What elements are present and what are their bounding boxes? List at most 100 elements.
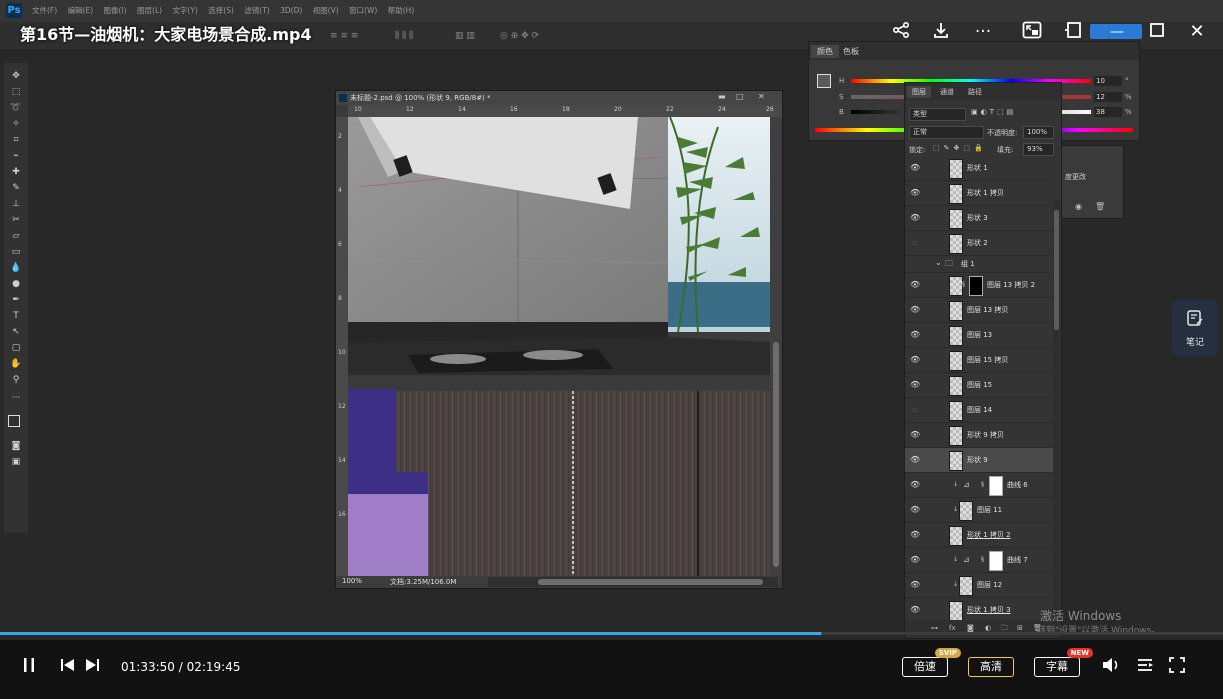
ps-menu-item[interactable]: 3D(D) (280, 6, 302, 15)
layer-row[interactable]: 👁 形状 1 拷贝 2 (905, 523, 1053, 548)
brush-tool-icon[interactable]: ✎ (10, 183, 22, 193)
playlist-icon[interactable] (1134, 656, 1156, 679)
align-icon[interactable]: ≡ ≡ ≡ (330, 31, 358, 41)
tab-paths[interactable]: 路径 (963, 86, 987, 98)
layer-row[interactable]: 👁 图层 15 拷贝 (905, 348, 1053, 373)
progress-bar[interactable] (0, 632, 1223, 635)
type-tool-icon[interactable]: T (10, 311, 22, 321)
quality-button[interactable]: 高清 (968, 657, 1014, 677)
ps-menu-item[interactable]: 文字(Y) (172, 6, 197, 15)
eye-icon[interactable]: 👁 (910, 455, 920, 465)
scrollbar-thumb[interactable] (538, 579, 763, 585)
document-canvas[interactable] (348, 117, 770, 576)
new-layer-icon[interactable]: ⊞ (1017, 624, 1023, 632)
eye-hidden-icon[interactable]: ▫ (910, 405, 920, 415)
doc-close-icon[interactable]: ✕ (758, 92, 765, 101)
eye-icon[interactable]: 👁 (910, 213, 920, 223)
download-icon[interactable] (930, 21, 952, 43)
eye-icon[interactable]: 👁 (910, 605, 920, 615)
fullscreen-icon[interactable] (1166, 656, 1188, 679)
pen-tool-icon[interactable]: ✒ (10, 295, 22, 305)
stamp-tool-icon[interactable]: ⊥ (10, 199, 22, 209)
eye-icon[interactable]: 👁 (910, 430, 920, 440)
dodge-tool-icon[interactable]: ● (10, 279, 22, 289)
subtitle-button[interactable]: 字幕 NEW (1034, 648, 1093, 677)
ps-menu-item[interactable]: 视图(V) (313, 6, 339, 15)
eye-icon[interactable]: 👁 (910, 163, 920, 173)
caret-icon[interactable]: ⌄ (935, 258, 942, 267)
layer-row[interactable]: 👁 形状 1 拷贝 3 (905, 598, 1053, 620)
layer-row[interactable]: 👁 图层 15 (905, 373, 1053, 398)
zoom-tool-icon[interactable]: ⚲ (10, 375, 22, 385)
move-tool-icon[interactable]: ✥ (10, 71, 22, 81)
blur-tool-icon[interactable]: 💧 (10, 263, 22, 273)
lock-icons[interactable]: ⬚✎✥⬚🔒 (933, 144, 987, 152)
lasso-tool-icon[interactable]: ➰ (10, 103, 22, 113)
quick-mask-icon[interactable]: ◙ (10, 441, 22, 451)
ps-menu-item[interactable]: 图像(I) (104, 6, 127, 15)
eye-icon[interactable]: 👁 (910, 305, 920, 315)
layer-row[interactable]: 👁 § 图层 13 拷贝 2 (905, 273, 1053, 298)
note-button[interactable]: 笔记 (1172, 299, 1218, 357)
trash-icon[interactable]: 🗑 (1095, 202, 1105, 211)
ps-menu-item[interactable]: 选择(S) (208, 6, 234, 15)
eye-icon[interactable]: 👁 (910, 280, 920, 290)
blend-mode-select[interactable]: 正常 (909, 126, 984, 139)
opacity-input[interactable]: 100% (1023, 126, 1054, 139)
pause-icon[interactable] (18, 656, 40, 679)
doc-info[interactable]: 文档:3.25M/106.0M (390, 577, 456, 587)
maximize-icon[interactable] (1146, 21, 1168, 43)
eyedropper-tool-icon[interactable]: ⌁ (10, 151, 22, 161)
canvas-vertical-scrollbar[interactable] (770, 117, 782, 576)
ps-menu-item[interactable]: 文件(F) (32, 6, 57, 15)
distribute-icon[interactable]: ⫼ ⫼ ⫼ (395, 31, 413, 41)
layer-row[interactable]: 👁 形状 1 拷贝 (905, 181, 1053, 206)
healing-tool-icon[interactable]: ✚ (10, 167, 22, 177)
more-icon[interactable]: ··· (972, 21, 994, 43)
scrollbar-thumb[interactable] (1054, 210, 1059, 330)
3d-mode-icon[interactable]: ◎ ⊕ ✥ ⟳ (500, 31, 539, 41)
arrange-icon[interactable]: ▥ ▥ (455, 31, 475, 41)
document-tab[interactable]: 未标题-2.psd @ 100% (形状 9, RGB/8#) * ▬ □ ✕ (336, 91, 782, 105)
share-icon[interactable] (890, 21, 912, 43)
eye-hidden-icon[interactable]: ▫ (910, 238, 920, 248)
ps-menu-item[interactable]: 编辑(E) (68, 6, 94, 15)
close-icon[interactable]: ✕ (1186, 21, 1208, 43)
hand-tool-icon[interactable]: ✋ (10, 359, 22, 369)
history-brush-tool-icon[interactable]: ✂ (10, 215, 22, 225)
layer-row[interactable]: 👁 图层 13 (905, 323, 1053, 348)
saturation-value[interactable]: 12 (1094, 92, 1122, 102)
layer-row[interactable]: 👁 ↓ 图层 11 (905, 498, 1053, 523)
zoom-level[interactable]: 100% (342, 577, 362, 585)
marquee-tool-icon[interactable]: ⬚ (10, 87, 22, 97)
add-mask-icon[interactable]: ◙ (967, 624, 974, 632)
doc-maximize-icon[interactable]: □ (736, 92, 744, 101)
brightness-value[interactable]: 38 (1094, 107, 1122, 117)
hue-value[interactable]: 10 (1094, 76, 1122, 86)
eraser-tool-icon[interactable]: ▱ (10, 231, 22, 241)
camera-icon[interactable]: ◉ (1075, 202, 1082, 211)
layer-row[interactable]: 👁 ↓ ⊿ § 曲线 6 (905, 473, 1053, 498)
layer-row[interactable]: 👁 ↓ 图层 12 (905, 573, 1053, 598)
window-icon[interactable] (1062, 21, 1084, 43)
eye-icon[interactable]: 👁 (910, 380, 920, 390)
tab-color[interactable]: 颜色 (811, 45, 839, 58)
layer-filter-icons[interactable]: ▣◐T⬚▤ (971, 108, 1016, 116)
crop-tool-icon[interactable]: ⌗ (10, 135, 22, 145)
eye-icon[interactable]: 👁 (910, 480, 920, 490)
ps-menu-item[interactable]: 图层(L) (137, 6, 162, 15)
tab-channels[interactable]: 通道 (935, 86, 959, 98)
tab-swatches[interactable]: 色板 (837, 45, 865, 58)
fx-icon[interactable]: fx (949, 624, 956, 632)
layer-filter-select[interactable]: 类型 (909, 108, 966, 121)
ps-menu-item[interactable]: 窗口(W) (349, 6, 377, 15)
eye-icon[interactable]: 👁 (910, 505, 920, 515)
layer-row[interactable]: ▫ 形状 2 (905, 231, 1053, 256)
link-layers-icon[interactable]: ⊶ (931, 624, 938, 632)
eye-icon[interactable]: 👁 (910, 530, 920, 540)
gradient-tool-icon[interactable]: ▭ (10, 247, 22, 257)
layer-group-row[interactable]: ⌄ 🗀 组 1 (905, 256, 1053, 273)
adjustment-layer-icon[interactable]: ◐ (985, 624, 991, 632)
layer-row[interactable]: ▫ 图层 14 (905, 398, 1053, 423)
layer-row[interactable]: 👁 形状 1 (905, 156, 1053, 181)
